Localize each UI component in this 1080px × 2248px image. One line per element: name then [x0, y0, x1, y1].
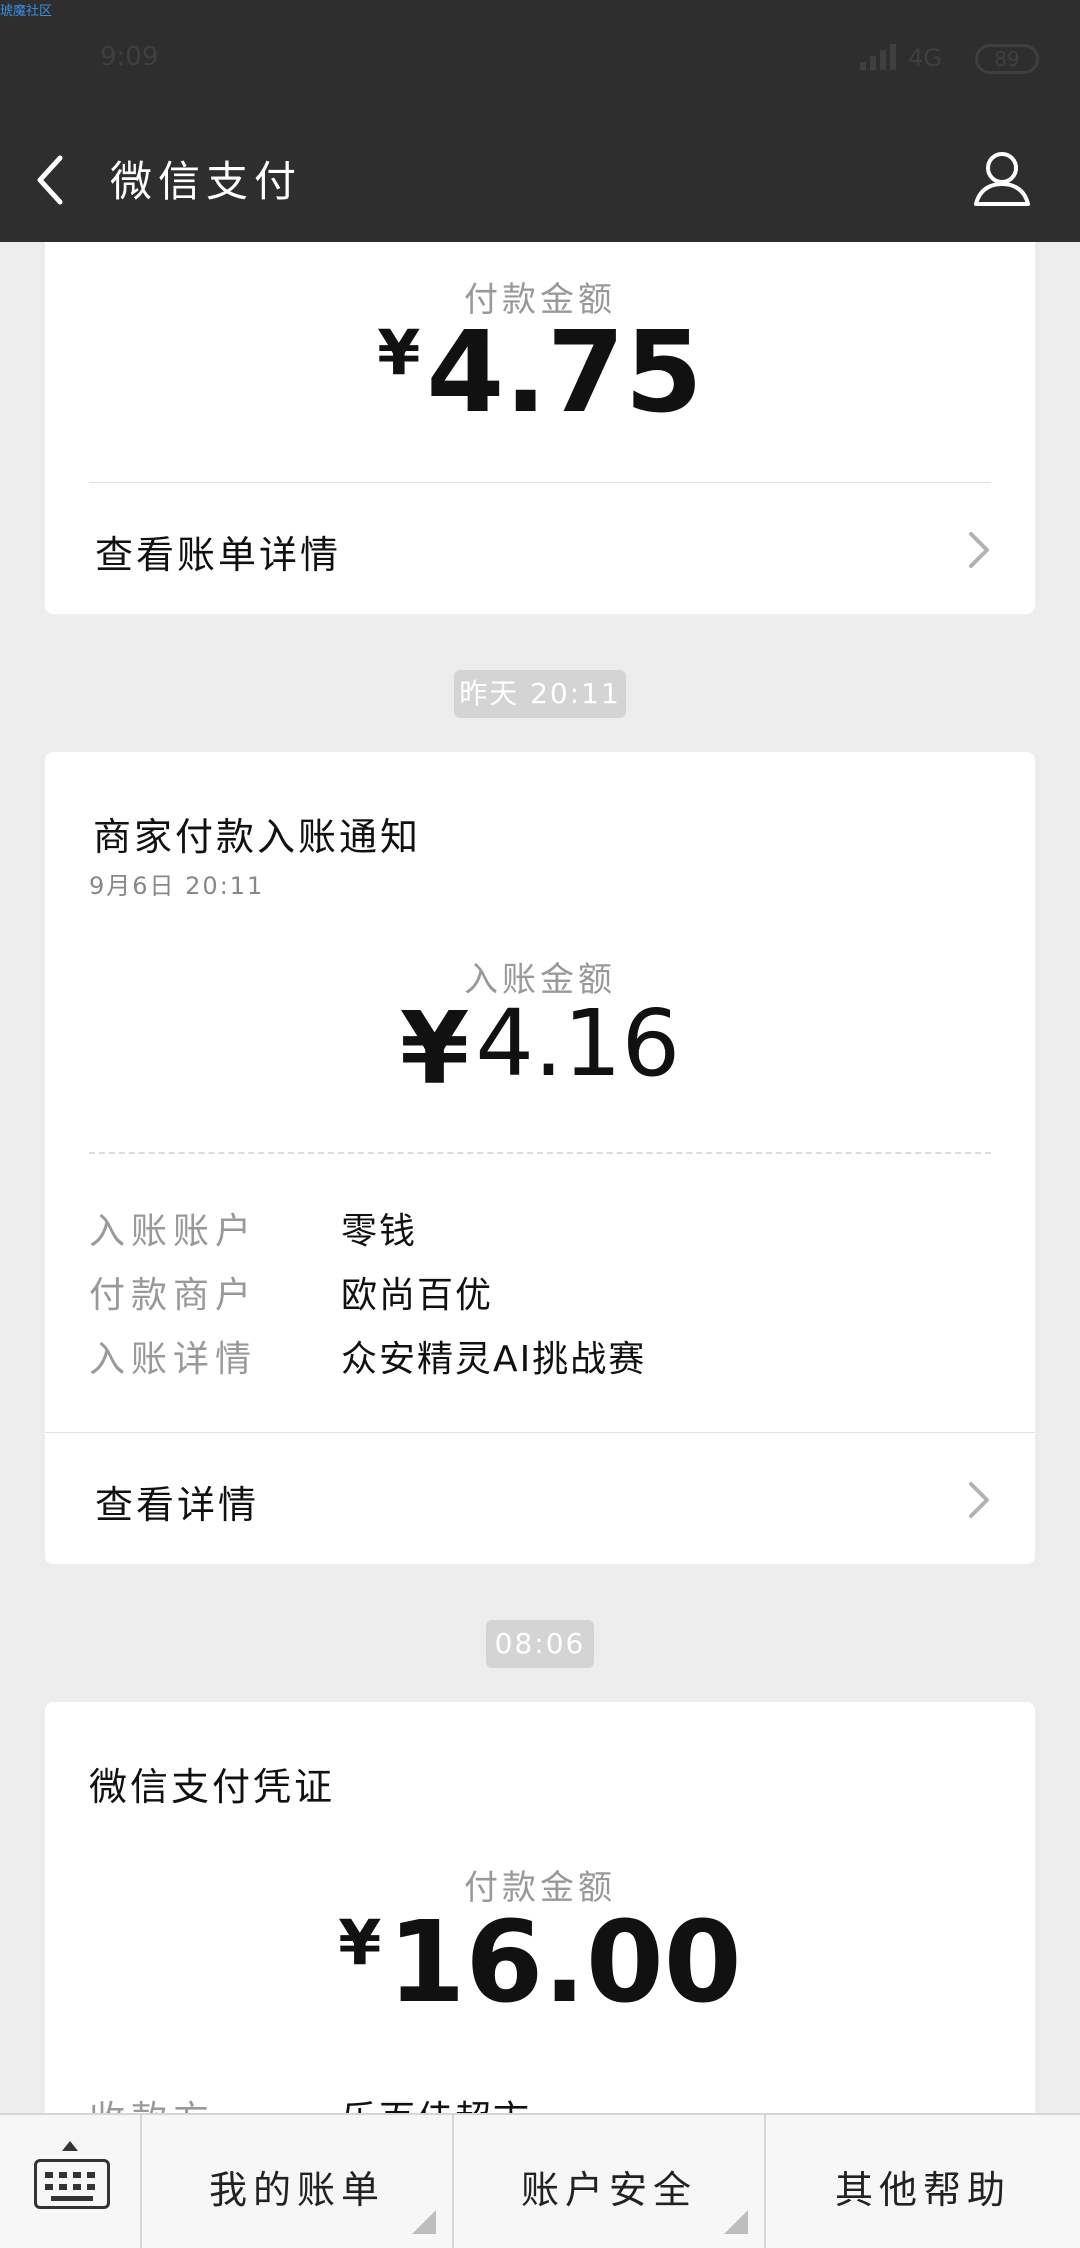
- network-type: 4G: [908, 44, 942, 72]
- dashed-divider: [89, 1152, 991, 1154]
- info-value: 众安精灵AI挑战赛: [341, 1339, 647, 1380]
- info-label: 付款商户: [89, 1275, 258, 1316]
- view-details-label: 查看详情: [95, 1483, 260, 1527]
- nav-bar: 微信支付: [0, 120, 1080, 242]
- amount-value: ¥16.00: [45, 1898, 1035, 2028]
- currency-symbol: ¥: [399, 990, 470, 1107]
- keyboard-icon: [34, 2159, 110, 2209]
- divider: [89, 482, 991, 483]
- info-row: 入账账户 零钱: [89, 1202, 991, 1258]
- status-bar: 9:09 4G 89: [0, 0, 1080, 120]
- signal-icon: [860, 44, 898, 70]
- view-details-link[interactable]: 查看详情: [45, 1434, 1035, 1564]
- submenu-indicator-icon: [412, 2210, 436, 2234]
- divider: [45, 1432, 1035, 1433]
- view-bill-details-link[interactable]: 查看账单详情: [45, 484, 1035, 614]
- menu-label: 账户安全: [520, 2168, 697, 2212]
- time-pill: 昨天 20:11: [454, 670, 626, 718]
- info-value: 欧尚百优: [341, 1275, 494, 1316]
- payment-card-2: 商家付款入账通知 9月6日 20:11 入账金额 ¥4.16 入账账户 零钱 付…: [45, 752, 1035, 1564]
- expand-arrow-icon: [62, 2141, 78, 2151]
- bottom-menu-bar: 我的账单 账户安全 其他帮助: [0, 2113, 1080, 2248]
- amount-value: ¥4.16: [45, 990, 1035, 1107]
- payment-card-1: 付款金额 ¥4.75 查看账单详情: [45, 242, 1035, 614]
- battery-icon: 89: [975, 44, 1039, 74]
- amount-value: ¥4.75: [45, 308, 1035, 438]
- card-title: 微信支付凭证: [89, 1765, 336, 1809]
- chevron-right-icon: [969, 1482, 989, 1518]
- back-chevron-icon[interactable]: [34, 150, 84, 210]
- info-label: 入账详情: [89, 1339, 258, 1380]
- payment-card-3: 微信支付凭证 付款金额 ¥16.00 收款方 乐百佳超市: [45, 1702, 1035, 2142]
- currency-symbol: ¥: [338, 1906, 382, 1979]
- currency-symbol: ¥: [377, 316, 421, 389]
- info-label: 入账账户: [89, 1211, 258, 1252]
- menu-account-security[interactable]: 账户安全: [454, 2115, 766, 2248]
- submenu-indicator-icon: [724, 2210, 748, 2234]
- info-value: 零钱: [341, 1211, 418, 1252]
- amount-number: 4.75: [426, 308, 703, 438]
- time-pill: 08:06: [486, 1620, 594, 1668]
- info-row: 付款商户 欧尚百优: [89, 1266, 991, 1322]
- amount-number: 4.16: [475, 990, 681, 1097]
- keyboard-toggle[interactable]: [0, 2115, 142, 2248]
- info-row: 入账详情 众安精灵AI挑战赛: [89, 1330, 991, 1386]
- chevron-right-icon: [969, 532, 989, 568]
- card-title: 商家付款入账通知: [93, 815, 422, 859]
- watermark: 琥魔社区: [0, 4, 53, 19]
- status-time: 9:09: [100, 42, 159, 72]
- menu-my-bills[interactable]: 我的账单: [142, 2115, 454, 2248]
- amount-number: 16.00: [387, 1898, 742, 2028]
- menu-label: 其他帮助: [834, 2168, 1011, 2212]
- user-profile-icon[interactable]: [972, 148, 1032, 212]
- page-title: 微信支付: [110, 157, 303, 206]
- menu-other-help[interactable]: 其他帮助: [766, 2115, 1080, 2248]
- battery-level: 89: [994, 47, 1020, 71]
- menu-label: 我的账单: [208, 2168, 385, 2212]
- view-bill-details-label: 查看账单详情: [95, 533, 342, 577]
- card-date: 9月6日 20:11: [89, 872, 265, 900]
